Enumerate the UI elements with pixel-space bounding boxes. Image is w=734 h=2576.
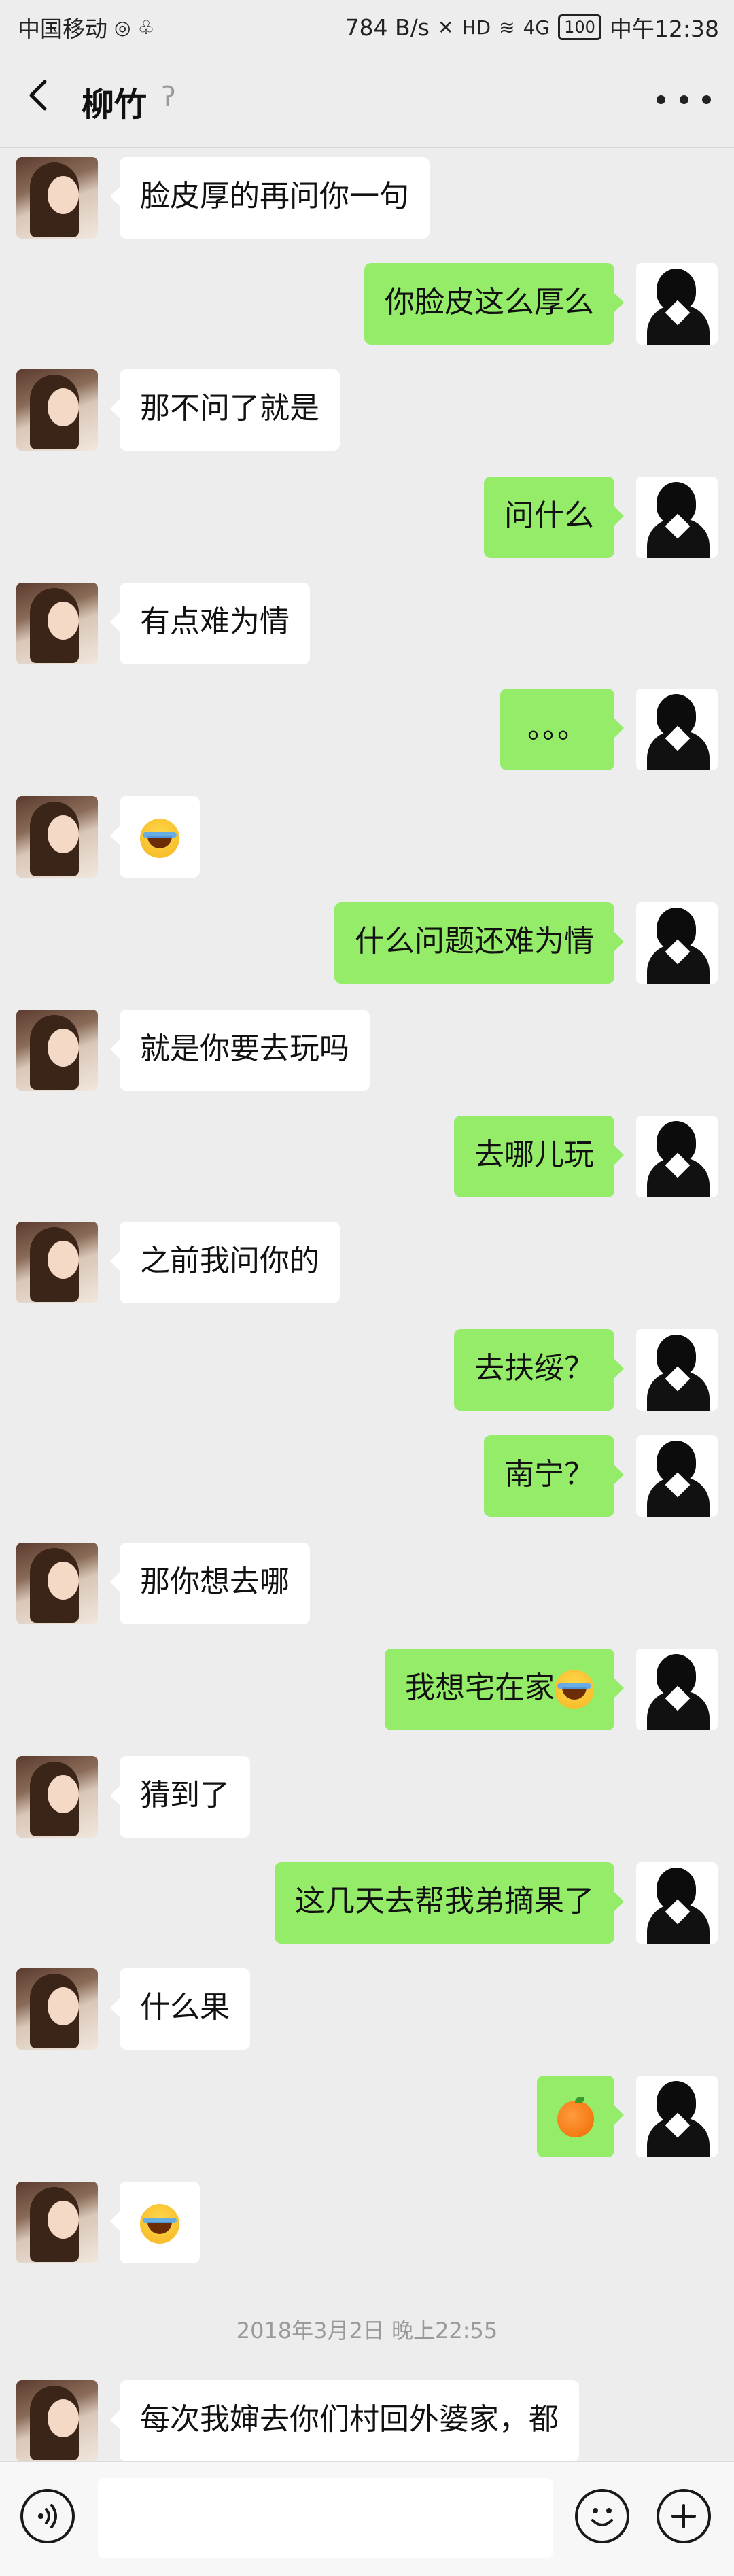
status-bar: 中国移动 ◎ ♧ 784 B/s ✕ HD ≋ 4G 100 中午12:38 (0, 0, 734, 52)
message-bubble[interactable]: 之前我问你的 (110, 1222, 340, 1303)
message-bubble[interactable]: 问什么 (484, 477, 624, 558)
my-avatar[interactable] (636, 2076, 718, 2157)
my-avatar[interactable] (636, 263, 718, 345)
contact-avatar[interactable] (16, 369, 98, 451)
message-list[interactable]: 脸皮厚的再问你一句 你脸皮这么厚么 那不问了就是 问什么 有点难为情 。。。 什… (0, 148, 734, 2461)
voice-button[interactable] (20, 2489, 75, 2543)
message-bubble[interactable]: 我想宅在家 (385, 1649, 624, 1730)
my-avatar[interactable] (636, 1862, 718, 1944)
message-bubble[interactable]: 什么问题还难为情 (334, 902, 624, 984)
my-avatar[interactable] (636, 1435, 718, 1517)
message-bubble[interactable]: 去哪儿玩 (454, 1116, 624, 1197)
battery-indicator: 100 (558, 14, 601, 40)
my-avatar[interactable] (636, 1116, 718, 1197)
message-text: 我想宅在家 (405, 1670, 555, 1705)
chevron-left-icon (29, 80, 47, 111)
contact-avatar[interactable] (16, 1010, 98, 1091)
laugh-cry-emoji-icon (555, 1670, 594, 1709)
my-avatar[interactable] (636, 1329, 718, 1411)
contact-avatar[interactable] (16, 796, 98, 878)
contact-avatar[interactable] (16, 1968, 98, 2050)
plus-icon (671, 2504, 696, 2528)
signal-label: 4G (523, 16, 550, 39)
network-speed: 784 B/s (345, 14, 430, 41)
weibo-icon: ◎ (114, 16, 131, 39)
emoji-icon (591, 2508, 613, 2526)
message-bubble[interactable] (110, 796, 200, 878)
contact-avatar[interactable] (16, 1756, 98, 1838)
message-bubble[interactable]: 南宁？ (484, 1435, 624, 1517)
my-avatar[interactable] (636, 1649, 718, 1730)
more-dot (679, 95, 688, 104)
contact-avatar[interactable] (16, 1222, 98, 1303)
my-avatar[interactable] (636, 902, 718, 984)
mute-icon: ✕ (438, 16, 454, 39)
message-bubble[interactable]: 脸皮厚的再问你一句 (110, 157, 430, 239)
message-bubble[interactable]: 那不问了就是 (110, 369, 340, 451)
qq-icon: ♧ (137, 16, 155, 39)
contact-avatar[interactable] (16, 2182, 98, 2263)
voice-icon (38, 2504, 57, 2528)
contact-avatar[interactable] (16, 1543, 98, 1624)
message-bubble[interactable]: 那你想去哪 (110, 1543, 310, 1624)
more-dot (657, 95, 665, 104)
message-bubble[interactable]: 这几天去帮我弟摘果了 (275, 1862, 624, 1944)
message-bubble[interactable]: 每次我婶去你们村回外婆家，都 (110, 2380, 579, 2461)
clock: 中午12:38 (609, 16, 719, 42)
my-avatar[interactable] (636, 689, 718, 770)
orange-emoji-icon (557, 2097, 594, 2137)
message-bubble[interactable]: 去扶绥？ (454, 1329, 624, 1411)
ear-icon: ʔ (162, 82, 176, 113)
message-timestamp: 2018年3月2日 晚上22:55 (236, 2318, 498, 2343)
contact-avatar[interactable] (16, 157, 98, 239)
my-avatar[interactable] (636, 477, 718, 558)
contact-avatar[interactable] (16, 2380, 98, 2461)
contact-avatar[interactable] (16, 583, 98, 664)
chat-header: 柳竹 ʔ (0, 52, 734, 148)
message-bubble[interactable]: 你脸皮这么厚么 (364, 263, 624, 345)
more-dot (702, 95, 711, 104)
message-input[interactable] (98, 2478, 553, 2558)
emoji-button[interactable] (575, 2489, 629, 2543)
input-bar (0, 2461, 734, 2576)
laugh-cry-emoji-icon (140, 2204, 179, 2244)
chat-title: 柳竹 (82, 86, 147, 124)
message-bubble[interactable] (537, 2076, 624, 2157)
message-bubble[interactable]: 。。。 (500, 689, 624, 770)
message-bubble[interactable]: 猜到了 (110, 1756, 250, 1838)
wifi-icon: ≋ (499, 16, 515, 39)
message-bubble[interactable]: 就是你要去玩吗 (110, 1010, 370, 1091)
message-bubble[interactable]: 有点难为情 (110, 583, 310, 664)
message-bubble[interactable] (110, 2182, 200, 2263)
hd-icon: HD (461, 16, 491, 39)
carrier-label: 中国移动 (18, 16, 107, 42)
plus-button[interactable] (657, 2489, 711, 2543)
back-button[interactable] (19, 75, 67, 122)
more-button[interactable] (657, 79, 711, 120)
laugh-cry-emoji-icon (140, 819, 179, 858)
message-bubble[interactable]: 什么果 (110, 1968, 250, 2050)
